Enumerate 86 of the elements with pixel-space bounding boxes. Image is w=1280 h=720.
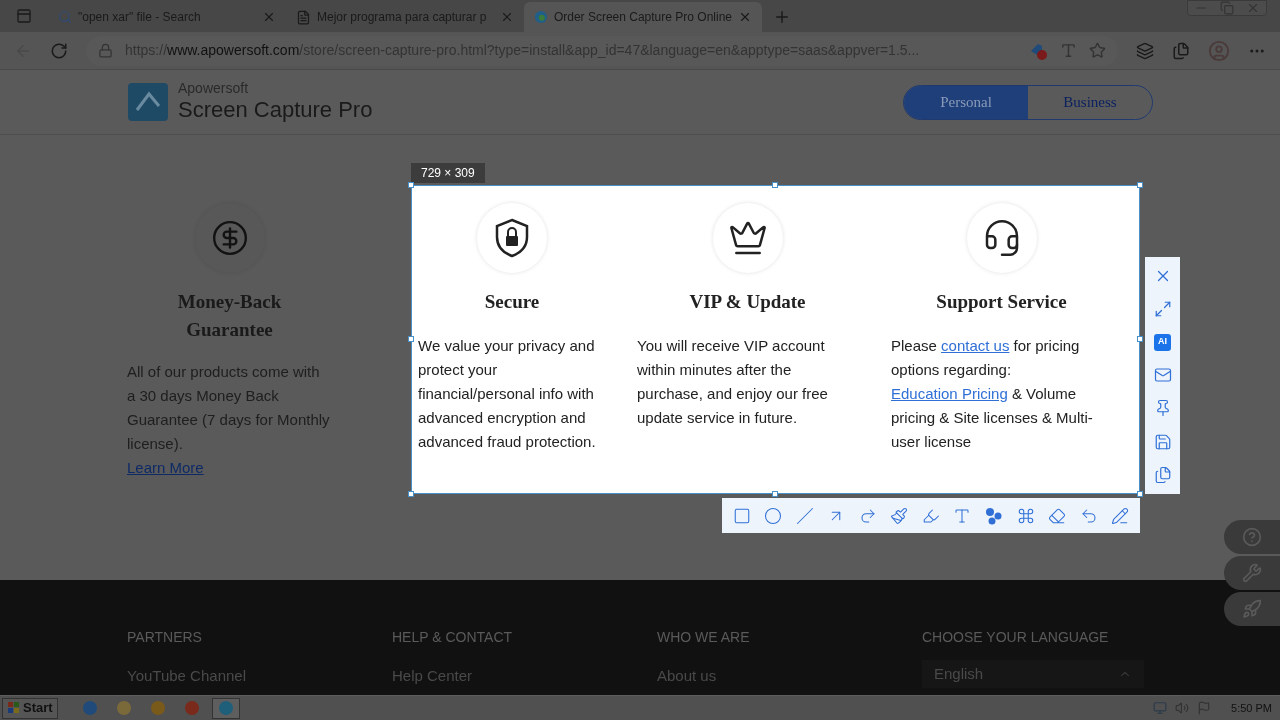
dollar-icon [210, 219, 249, 257]
lock-icon [98, 43, 113, 58]
flag-icon[interactable] [1197, 701, 1212, 715]
resize-handle[interactable] [772, 182, 778, 188]
floating-button[interactable] [1224, 556, 1280, 590]
resize-handle[interactable] [408, 336, 414, 342]
app-icon [217, 700, 234, 716]
speaker-icon[interactable] [1175, 701, 1190, 715]
help-icon [1242, 527, 1262, 547]
clock: 5:50 PM [1231, 700, 1272, 716]
line-icon[interactable] [795, 506, 814, 525]
windows-logo-icon [7, 701, 21, 715]
close-tab-icon[interactable] [262, 10, 276, 24]
link[interactable]: contact us [941, 337, 1010, 354]
mail-icon[interactable] [1153, 365, 1172, 384]
brush-icon[interactable] [890, 506, 909, 525]
close-tab-icon[interactable] [738, 10, 752, 24]
footer-link[interactable]: About us [657, 665, 922, 688]
highlighter-icon[interactable] [921, 506, 940, 525]
restore-icon[interactable] [1220, 1, 1234, 15]
app-logo-icon [127, 82, 169, 122]
footer-link[interactable]: Help Center [392, 665, 657, 688]
mosaic-icon[interactable] [1016, 506, 1035, 525]
profile-icon[interactable] [1208, 39, 1230, 62]
wrench-icon [1242, 563, 1262, 583]
curved-arrow-icon[interactable] [858, 506, 877, 525]
new-tab-icon[interactable] [773, 8, 791, 26]
tab-actions-icon[interactable] [16, 8, 32, 24]
feature-description: Please contact us for pricing options regarding: Education Pricing & Volume pricing & Site licenses & Multi-user license [891, 336, 1094, 452]
feature-description: We value your privacy and protect your financial/personal info with advanced encryption and advanced fraud protection. [418, 336, 597, 452]
favorites-icon[interactable] [1136, 41, 1154, 60]
size-label: 729 × 309 [411, 163, 485, 183]
ai-button[interactable]: AI [1154, 333, 1171, 351]
copy-icon[interactable] [1153, 466, 1172, 485]
product-name: Screen Capture Pro [178, 96, 373, 124]
link[interactable]: Education Pricing [891, 385, 1008, 402]
reload-icon[interactable] [50, 41, 68, 60]
resize-handle[interactable] [1137, 182, 1143, 188]
floating-button[interactable] [1224, 592, 1280, 626]
feature-description: You will receive VIP account within minutes after the purchase, and enjoy our free update service in future. [637, 336, 829, 428]
undo-icon[interactable] [1079, 506, 1098, 525]
rectangle-icon[interactable] [732, 506, 751, 525]
app-icon [115, 700, 132, 716]
footer-heading: CHOOSE YOUR LANGUAGE [922, 628, 1110, 647]
browser-logo-icon [534, 9, 548, 25]
learn-more-link[interactable]: Learn More [127, 459, 204, 476]
eraser-icon[interactable] [1048, 506, 1067, 525]
resize-handle[interactable] [772, 491, 778, 497]
footer-heading: PARTNERS [127, 628, 203, 647]
favorite-icon[interactable] [1089, 42, 1106, 59]
browser-tab[interactable]: Order Screen Capture Pro Online [524, 2, 762, 32]
feature-title: Secure [483, 290, 541, 314]
footer-heading: WHO WE ARE [657, 628, 751, 647]
close-window-icon[interactable] [1246, 1, 1260, 15]
tab-title: Order Screen Capture Pro Online [553, 9, 732, 26]
rocket-icon [1242, 599, 1262, 619]
feature-description: All of our products come with a 30 days Money Back Guarantee (7 days for Monthly license). [127, 362, 331, 454]
floating-button[interactable] [1224, 520, 1280, 554]
plan-tab[interactable]: Business [1028, 85, 1152, 119]
text-tool-icon[interactable] [953, 506, 972, 525]
shield-lock-icon [493, 218, 531, 258]
start-button[interactable]: Start [2, 697, 58, 719]
numbering-icon[interactable] [985, 506, 1003, 525]
feature-title: VIP & Update [688, 290, 807, 314]
resize-handle[interactable] [408, 182, 414, 188]
taskbar-app[interactable] [211, 697, 240, 719]
close-tab-icon[interactable] [500, 10, 514, 24]
app-icon [183, 700, 200, 716]
resize-handle[interactable] [1137, 491, 1143, 497]
collections-icon[interactable] [1172, 41, 1190, 60]
footer-link[interactable]: YouTube Channel [127, 665, 392, 688]
feature-title: Support Service [935, 290, 1068, 314]
save-icon[interactable] [1153, 432, 1172, 451]
resize-handle[interactable] [408, 491, 414, 497]
app-icon [149, 700, 166, 716]
edit-icon[interactable] [1111, 506, 1130, 525]
footer-heading: HELP & CONTACT [392, 628, 514, 647]
fullscreen-icon[interactable] [1153, 300, 1172, 319]
feature-title: Money-Back Guarantee [176, 290, 283, 342]
resize-handle[interactable] [1137, 336, 1143, 342]
plan-tab[interactable]: Personal [904, 85, 1028, 119]
page-icon [296, 9, 311, 25]
read-aloud-icon[interactable] [1060, 42, 1077, 59]
app-icon [81, 700, 98, 716]
search-icon [58, 10, 72, 24]
ellipse-icon[interactable] [764, 506, 783, 525]
